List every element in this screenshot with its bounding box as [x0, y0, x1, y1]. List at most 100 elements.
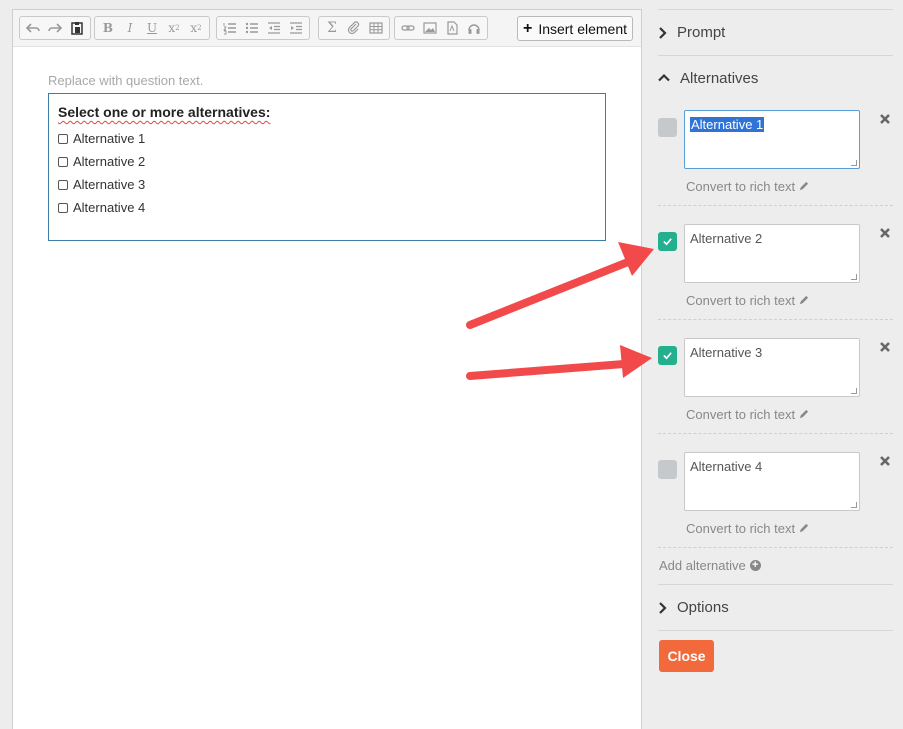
remove-alternative-icon[interactable] — [879, 341, 891, 353]
link-icon[interactable] — [397, 18, 419, 38]
convert-label: Convert to rich text — [686, 407, 796, 422]
rich-text-editor: B I U x2 x2 Σ + Insert element Replace w… — [12, 9, 642, 729]
options-section-toggle[interactable]: Options — [658, 599, 729, 616]
insert-element-button[interactable]: + Insert element — [517, 16, 633, 41]
alternative-text: Alternative 3 — [690, 345, 763, 360]
alternative-text-input[interactable]: Alternative 1 — [684, 110, 860, 169]
remove-alternative-icon[interactable] — [879, 227, 891, 239]
question-placeholder[interactable]: Replace with question text. — [48, 73, 203, 88]
option-label: Alternative 2 — [73, 154, 146, 169]
convert-to-rich-text-link[interactable]: Convert to rich text — [686, 407, 809, 422]
alternative-text: Alternative 1 — [690, 117, 765, 132]
format-group: B I U x2 x2 — [94, 16, 210, 40]
alternatives-section-toggle[interactable]: Alternatives — [658, 70, 758, 87]
divider — [658, 205, 893, 206]
superscript-glyph: x — [190, 21, 198, 35]
alternative-text: Alternative 4 — [690, 459, 763, 474]
checkbox-icon — [58, 179, 68, 190]
alternative-correct-checkbox[interactable] — [658, 232, 677, 251]
media-group — [394, 16, 488, 40]
convert-label: Convert to rich text — [686, 521, 796, 536]
history-group — [19, 16, 91, 40]
properties-panel: Prompt Alternatives Alternative 1 Conver… — [642, 0, 903, 720]
insert-element-label: Insert element — [538, 20, 628, 37]
pencil-icon — [799, 409, 809, 419]
divider — [658, 9, 893, 10]
subscript-button[interactable]: x2 — [163, 18, 185, 38]
convert-to-rich-text-link[interactable]: Convert to rich text — [686, 179, 809, 194]
indent-icon[interactable] — [285, 18, 307, 38]
alternative-correct-checkbox[interactable] — [658, 460, 677, 479]
remove-alternative-icon[interactable] — [879, 113, 891, 125]
divider — [658, 584, 893, 585]
chevron-right-icon — [658, 26, 667, 39]
resize-handle[interactable] — [851, 388, 857, 394]
redo-icon[interactable] — [44, 18, 66, 38]
undo-icon[interactable] — [22, 18, 44, 38]
checkbox-icon — [58, 202, 68, 213]
question-option[interactable]: Alternative 1 — [58, 131, 145, 146]
insert-group: Σ — [318, 16, 390, 40]
divider — [658, 630, 893, 631]
underline-button[interactable]: U — [141, 18, 163, 38]
table-icon[interactable] — [365, 18, 387, 38]
resize-handle[interactable] — [851, 274, 857, 280]
close-button[interactable]: Close — [659, 640, 714, 672]
sub-marker: 2 — [175, 24, 180, 32]
add-alternative-label: Add alternative — [659, 558, 746, 573]
option-label: Alternative 3 — [73, 177, 146, 192]
checkmark-icon — [663, 238, 672, 246]
checkbox-icon — [58, 133, 68, 144]
audio-icon[interactable] — [463, 18, 485, 38]
divider — [658, 433, 893, 434]
alternatives-section-label: Alternatives — [680, 70, 759, 87]
subscript-glyph: x — [168, 21, 176, 35]
question-block[interactable]: Select one or more alternatives: Alterna… — [48, 93, 606, 241]
convert-to-rich-text-link[interactable]: Convert to rich text — [686, 293, 809, 308]
outdent-icon[interactable] — [263, 18, 285, 38]
pdf-icon[interactable] — [441, 18, 463, 38]
alternative-text-input[interactable]: Alternative 4 — [684, 452, 860, 511]
resize-handle[interactable] — [851, 502, 857, 508]
question-option[interactable]: Alternative 4 — [58, 200, 145, 215]
checkbox-icon — [58, 156, 68, 167]
attachment-icon[interactable] — [343, 18, 365, 38]
option-label: Alternative 1 — [73, 131, 146, 146]
paste-icon[interactable] — [66, 18, 88, 38]
chevron-right-icon — [658, 601, 667, 614]
sigma-icon[interactable]: Σ — [321, 18, 343, 38]
checkmark-icon — [663, 352, 672, 360]
question-prompt: Select one or more alternatives: — [58, 104, 271, 120]
resize-handle[interactable] — [851, 160, 857, 166]
prompt-section-toggle[interactable]: Prompt — [658, 24, 725, 41]
plus-circle-icon: + — [749, 560, 761, 571]
alternative-correct-checkbox[interactable] — [658, 346, 677, 365]
pencil-icon — [799, 295, 809, 305]
plus-icon: + — [522, 19, 533, 37]
alternative-text-input[interactable]: Alternative 3 — [684, 338, 860, 397]
image-icon[interactable] — [419, 18, 441, 38]
alternative-text: Alternative 2 — [690, 231, 763, 246]
convert-label: Convert to rich text — [686, 179, 796, 194]
remove-alternative-icon[interactable] — [879, 455, 891, 467]
add-alternative-link[interactable]: Add alternative + — [659, 558, 761, 573]
italic-button[interactable]: I — [119, 18, 141, 38]
superscript-button[interactable]: x2 — [185, 18, 207, 38]
divider — [658, 547, 893, 548]
numbered-list-icon[interactable] — [219, 18, 241, 38]
convert-to-rich-text-link[interactable]: Convert to rich text — [686, 521, 809, 536]
bold-button[interactable]: B — [97, 18, 119, 38]
editor-toolbar: B I U x2 x2 Σ + Insert element — [13, 10, 641, 47]
question-option[interactable]: Alternative 3 — [58, 177, 145, 192]
question-option[interactable]: Alternative 2 — [58, 154, 145, 169]
option-label: Alternative 4 — [73, 200, 146, 215]
chevron-up-icon — [658, 73, 670, 85]
alternative-correct-checkbox[interactable] — [658, 118, 677, 137]
prompt-section-label: Prompt — [677, 24, 726, 41]
pencil-icon — [799, 523, 809, 533]
options-section-label: Options — [677, 599, 729, 616]
alternative-text-input[interactable]: Alternative 2 — [684, 224, 860, 283]
convert-label: Convert to rich text — [686, 293, 796, 308]
bullet-list-icon[interactable] — [241, 18, 263, 38]
divider — [658, 55, 893, 56]
